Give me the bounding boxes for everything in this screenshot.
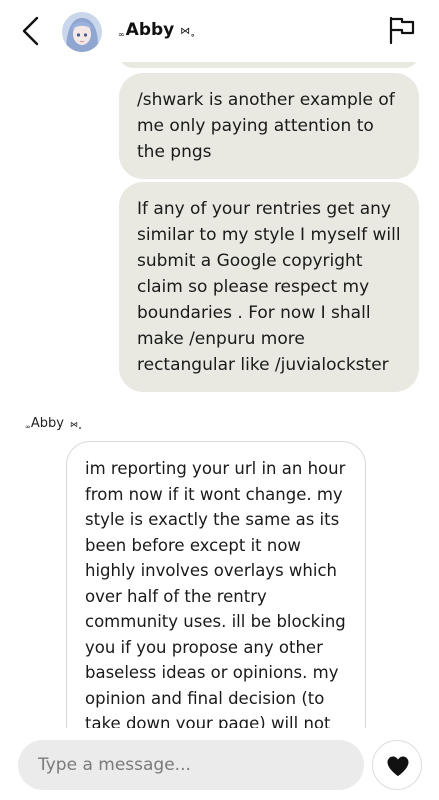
contact-name[interactable]: ∞Abby ⋈˳ [118,20,195,40]
message-input[interactable] [18,740,364,790]
report-button[interactable] [387,14,417,46]
flag-icon [389,16,415,45]
sender-name-text: Abby [30,416,64,431]
sender-name-suffix: ⋈˳ [69,420,82,429]
heart-icon [387,756,409,776]
chevron-left-icon [22,16,39,46]
incoming-message[interactable]: im reporting your url in an hour from no… [66,441,366,740]
back-button[interactable] [16,14,46,48]
avatar[interactable] [62,12,102,52]
contact-name-text: Abby [125,20,175,40]
like-button[interactable] [372,740,422,790]
outgoing-message[interactable]: If any of your rentries get any similar … [119,182,419,392]
incoming-sender-name: ∞Abby ⋈˳ [25,416,82,431]
contact-name-suffix: ⋈˳ [180,26,196,37]
contact-name-prefix: ∞ [118,30,125,39]
message-composer [0,728,439,800]
chat-header: ∞Abby ⋈˳ [0,0,439,62]
outgoing-message[interactable]: /shwark is another example of me only pa… [119,73,419,179]
message-thread[interactable]: /shwark is another example of me only pa… [0,0,439,740]
